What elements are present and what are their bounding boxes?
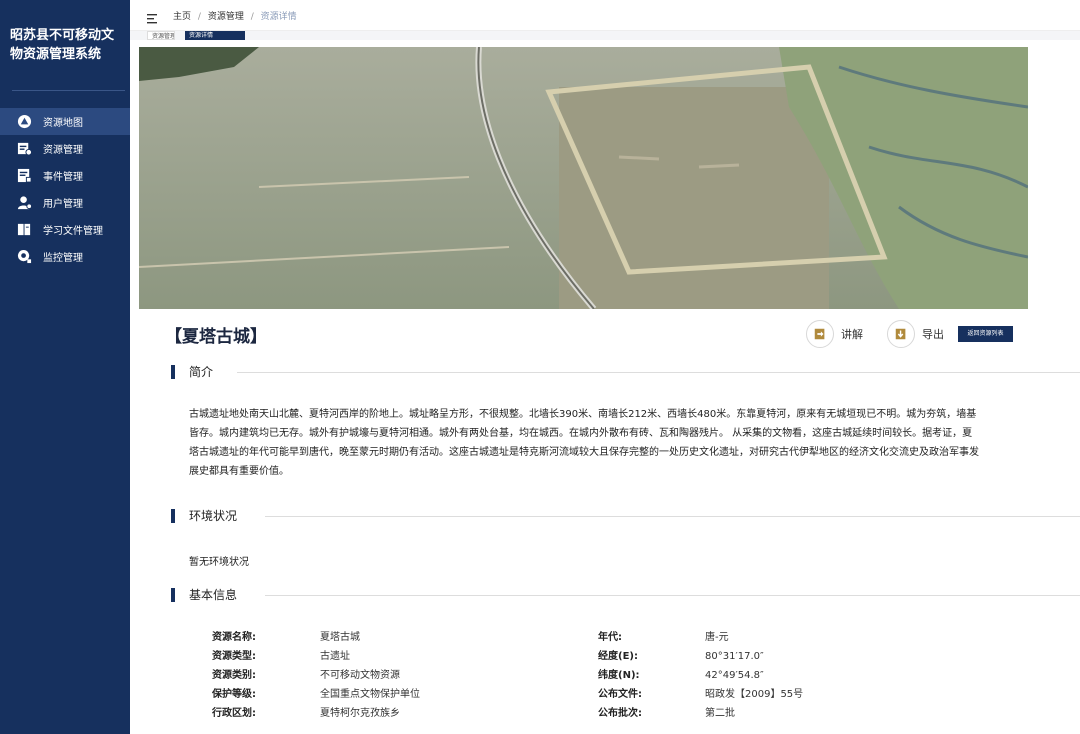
info-label-district: 行政区划:: [212, 708, 256, 719]
tab-resource-management[interactable]: 资源管理: [147, 31, 175, 40]
sidebar-item-event-management[interactable]: 事件管理: [0, 162, 130, 189]
breadcrumb-separator: /: [197, 12, 201, 22]
tab-strip: 资源管理 资源详情: [130, 31, 1080, 40]
export-icon: [887, 320, 915, 348]
section-intro-header: 简介: [171, 364, 1080, 380]
info-value-name: 夏塔古城: [320, 632, 360, 643]
system-title: 昭苏县不可移动文物资源管理系统: [10, 28, 115, 62]
info-value-longitude: 80°31′17.0″: [705, 651, 764, 662]
info-value-protection-level: 全国重点文物保护单位: [320, 689, 420, 700]
file-icon: [17, 222, 32, 237]
info-label-category: 资源类别:: [212, 670, 256, 681]
section-divider: [237, 372, 1080, 373]
site-title: 【夏塔古城】: [165, 327, 267, 347]
section-title: 简介: [189, 365, 214, 379]
info-value-district: 夏特柯尔克孜族乡: [320, 708, 400, 719]
audio-guide-icon: [806, 320, 834, 348]
event-icon: [17, 168, 32, 183]
export-button[interactable]: 导出: [887, 320, 944, 348]
sidebar-item-label: 资源地图: [43, 118, 83, 129]
info-label-publish-batch: 公布批次:: [598, 708, 642, 719]
info-label-longitude: 经度(E):: [598, 651, 638, 662]
top-bar: 主页 / 资源管理 / 资源详情: [130, 0, 1080, 31]
intro-text: 古城遗址地处南天山北麓、夏特河西岸的阶地上。城址略呈方形，不很规整。北墙长390…: [189, 409, 979, 477]
sidebar: 昭苏县不可移动文物资源管理系统 资源地图 资源管理 事件管理 用户管理 学习文件…: [0, 0, 130, 734]
breadcrumb-separator: /: [250, 12, 254, 22]
back-to-list-button[interactable]: 返回资源列表: [958, 326, 1013, 342]
sidebar-item-resource-management[interactable]: 资源管理: [0, 135, 130, 162]
sidebar-item-label: 用户管理: [43, 199, 83, 210]
sidebar-item-label: 事件管理: [43, 172, 83, 183]
section-marker: [171, 588, 175, 602]
breadcrumb-home[interactable]: 主页: [173, 12, 191, 22]
breadcrumb: 主页 / 资源管理 / 资源详情: [173, 9, 297, 22]
map-pin-icon: [17, 114, 32, 129]
section-marker: [171, 365, 175, 379]
sidebar-divider: [12, 90, 125, 91]
info-label-protection-level: 保护等级:: [212, 689, 256, 700]
breadcrumb-resource-management[interactable]: 资源管理: [208, 12, 244, 22]
info-label-name: 资源名称:: [212, 632, 256, 643]
info-value-publish-document: 昭政发【2009】55号: [705, 689, 804, 700]
explain-button[interactable]: 讲解: [806, 320, 863, 348]
section-basic-header: 基本信息: [171, 587, 1080, 603]
environment-text: 暂无环境状况: [189, 557, 249, 568]
user-icon: [17, 195, 32, 210]
section-divider: [265, 595, 1080, 596]
info-label-era: 年代:: [598, 632, 622, 643]
section-marker: [171, 509, 175, 523]
menu-toggle-icon[interactable]: [147, 9, 157, 24]
info-value-latitude: 42°49′54.8″: [705, 670, 764, 681]
sidebar-item-monitor-management[interactable]: 监控管理: [0, 243, 130, 270]
export-label: 导出: [922, 328, 944, 341]
site-aerial-photo: [139, 47, 1028, 309]
resource-icon: [17, 141, 32, 156]
section-title: 环境状况: [189, 509, 238, 523]
section-divider: [265, 516, 1080, 517]
sidebar-item-label: 学习文件管理: [43, 226, 103, 237]
sidebar-item-file-management[interactable]: 学习文件管理: [0, 216, 130, 243]
sidebar-item-label: 监控管理: [43, 253, 83, 264]
tab-resource-detail[interactable]: 资源详情: [185, 31, 245, 40]
section-title: 基本信息: [189, 588, 238, 602]
sidebar-menu: 资源地图 资源管理 事件管理 用户管理 学习文件管理 监控管理: [0, 108, 130, 270]
info-label-latitude: 纬度(N):: [598, 670, 640, 681]
sidebar-item-user-management[interactable]: 用户管理: [0, 189, 130, 216]
sidebar-item-resource-map[interactable]: 资源地图: [0, 108, 130, 135]
info-value-era: 唐-元: [705, 632, 729, 643]
info-value-category: 不可移动文物资源: [320, 670, 400, 681]
info-label-type: 资源类型:: [212, 651, 256, 662]
info-label-publish-document: 公布文件:: [598, 689, 642, 700]
monitor-icon: [17, 249, 32, 264]
info-value-type: 古遗址: [320, 651, 350, 662]
section-environment-header: 环境状况: [171, 508, 1080, 524]
breadcrumb-current: 资源详情: [260, 12, 297, 22]
explain-label: 讲解: [841, 328, 863, 341]
sidebar-item-label: 资源管理: [43, 145, 83, 156]
info-value-publish-batch: 第二批: [705, 708, 735, 719]
